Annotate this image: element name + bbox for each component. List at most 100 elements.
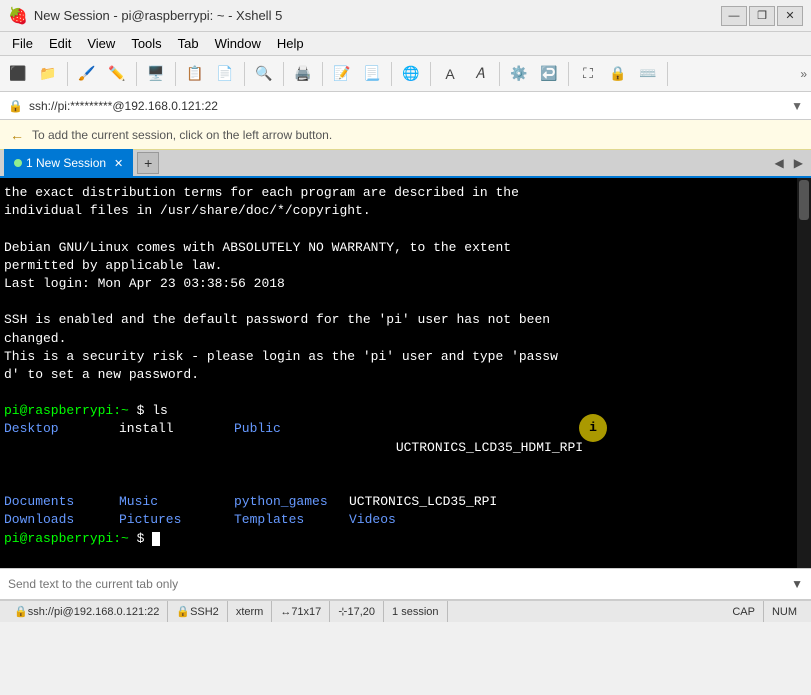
globe-button[interactable]: 🌐 [397, 60, 425, 88]
statusbar-cursor-icon: ⊹ [338, 605, 347, 618]
open-button[interactable]: 📁 [34, 60, 62, 88]
ls-downloads: Downloads [4, 511, 119, 529]
terminal-scrollbar[interactable] [797, 178, 811, 568]
ls-uctronics1-wrap: UCTRONICS_LCD35_HDMI_RPI i [349, 420, 583, 493]
send-text-input[interactable] [8, 577, 785, 591]
infobar-message: To add the current session, click on the… [32, 128, 332, 142]
expand-button[interactable]: ⛶ [574, 60, 602, 88]
titlebar: 🍓 New Session - pi@raspberrypi: ~ - Xshe… [0, 0, 811, 32]
sendbar: ▼ [0, 568, 811, 600]
toolbar-separator-4 [244, 62, 245, 86]
toolbar-overflow[interactable]: » [800, 67, 807, 81]
statusbar-num: NUM [764, 601, 805, 622]
terminal-line-10: This is a security risk - please login a… [4, 348, 807, 366]
statusbar-term-text: xterm [236, 606, 264, 618]
tab-close-button[interactable]: ✕ [114, 157, 123, 170]
terminal-line-2: individual files in /usr/share/doc/*/cop… [4, 202, 807, 220]
terminal-line-5: permitted by applicable law. [4, 257, 807, 275]
menu-window[interactable]: Window [207, 34, 269, 53]
copy-button[interactable]: 📋 [181, 60, 209, 88]
statusbar-cap: CAP [724, 601, 764, 622]
tab-next-button[interactable]: ▶ [790, 154, 807, 172]
tab-prev-button[interactable]: ◀ [771, 154, 788, 172]
terminal-cursor [152, 532, 160, 546]
toolbar-separator-8 [430, 62, 431, 86]
log2-button[interactable]: 📃 [358, 60, 386, 88]
statusbar-ssh: 🔒 ssh://pi@192.168.0.121:22 [6, 601, 168, 622]
statusbar-cursor: ⊹ 17,20 [330, 601, 384, 622]
font2-button[interactable]: 𝐴 [466, 60, 494, 88]
ls-documents: Documents [4, 493, 119, 511]
terminal-line-6: Last login: Mon Apr 23 03:38:56 2018 [4, 275, 807, 293]
statusbar-protocol: 🔒 SSH2 [168, 601, 227, 622]
terminal-ls-row-3: Downloads Pictures Templates Videos [4, 511, 807, 529]
terminal[interactable]: the exact distribution terms for each pr… [0, 178, 811, 568]
new-session-button[interactable]: ⬛ [4, 60, 32, 88]
lock-icon: 🔒 [8, 99, 23, 113]
menu-help[interactable]: Help [269, 34, 312, 53]
restore-button[interactable]: ❐ [749, 6, 775, 26]
ls-public: Public [234, 420, 349, 493]
brush-button[interactable]: 🖌️ [73, 60, 101, 88]
menu-view[interactable]: View [79, 34, 123, 53]
ls-install: install [119, 420, 234, 493]
terminal-line-3 [4, 220, 807, 238]
ls-pictures: Pictures [119, 511, 234, 529]
keyboard-button[interactable]: ⌨️ [634, 60, 662, 88]
terminal-ls-row-1: Desktop install Public UCTRONICS_LCD35_H… [4, 420, 807, 493]
toolbar-separator-2 [136, 62, 137, 86]
script2-button[interactable]: ↩️ [535, 60, 563, 88]
menu-tools[interactable]: Tools [123, 34, 169, 53]
toolbar-separator-7 [391, 62, 392, 86]
statusbar: 🔒 ssh://pi@192.168.0.121:22 🔒 SSH2 xterm… [0, 600, 811, 622]
script-button[interactable]: ⚙️ [505, 60, 533, 88]
ls-templates: Templates [234, 511, 349, 529]
menu-tab[interactable]: Tab [170, 34, 207, 53]
ls-python-games: python_games [234, 493, 349, 511]
toolbar-separator-9 [499, 62, 500, 86]
toolbar: ⬛ 📁 🖌️ ✏️ 🖥️ 📋 📄 🔍 🖨️ 📝 📃 🌐 A 𝐴 ⚙️ ↩️ ⛶ … [0, 56, 811, 92]
toolbar-separator-10 [568, 62, 569, 86]
statusbar-size-text: 71x17 [291, 606, 321, 618]
window-controls[interactable]: — ❐ ✕ [721, 6, 803, 26]
send-dropdown-button[interactable]: ▼ [791, 577, 803, 591]
terminal-line-4: Debian GNU/Linux comes with ABSOLUTELY N… [4, 239, 807, 257]
terminal-line-11: d' to set a new password. [4, 366, 807, 384]
annotation-circle-1: i [579, 414, 607, 442]
print-button[interactable]: 🖨️ [289, 60, 317, 88]
screen-button[interactable]: 🖥️ [142, 60, 170, 88]
app-icon: 🍓 [8, 6, 28, 26]
toolbar-separator-5 [283, 62, 284, 86]
statusbar-ssh-text: ssh://pi@192.168.0.121:22 [28, 606, 160, 618]
pencil-button[interactable]: ✏️ [103, 60, 131, 88]
font-button[interactable]: A [436, 60, 464, 88]
statusbar-lock2-icon: 🔒 [176, 605, 190, 618]
toolbar-separator-3 [175, 62, 176, 86]
close-button[interactable]: ✕ [777, 6, 803, 26]
statusbar-size: ↔ 71x17 [272, 601, 330, 622]
window-title: New Session - pi@raspberrypi: ~ - Xshell… [34, 8, 282, 23]
new-tab-button[interactable]: + [137, 152, 159, 174]
titlebar-left: 🍓 New Session - pi@raspberrypi: ~ - Xshe… [8, 6, 282, 26]
toolbar-separator-1 [67, 62, 68, 86]
terminal-line-8: SSH is enabled and the default password … [4, 311, 807, 329]
tab-new-session[interactable]: 1 New Session ✕ [4, 149, 133, 177]
menu-file[interactable]: File [4, 34, 41, 53]
address-dropdown[interactable]: ▼ [791, 99, 803, 113]
statusbar-lock-icon: 🔒 [14, 605, 28, 618]
ls-uctronics1: UCTRONICS_LCD35_HDMI_RPI [396, 440, 583, 455]
menubar: File Edit View Tools Tab Window Help [0, 32, 811, 56]
tabbar-navigation: ◀ ▶ [771, 154, 807, 172]
log-button[interactable]: 📝 [328, 60, 356, 88]
statusbar-cursor-text: 17,20 [348, 606, 376, 618]
scrollbar-thumb[interactable] [799, 180, 809, 220]
paste-button[interactable]: 📄 [211, 60, 239, 88]
menu-edit[interactable]: Edit [41, 34, 79, 53]
ls-uctronics2: UCTRONICS_LCD35_RPI [349, 493, 497, 511]
addressbar: 🔒 ssh://pi:*********@192.168.0.121:22 ▼ [0, 92, 811, 120]
minimize-button[interactable]: — [721, 6, 747, 26]
statusbar-term: xterm [228, 601, 273, 622]
lock-button[interactable]: 🔒 [604, 60, 632, 88]
search-button[interactable]: 🔍 [250, 60, 278, 88]
infobar: ← To add the current session, click on t… [0, 120, 811, 150]
